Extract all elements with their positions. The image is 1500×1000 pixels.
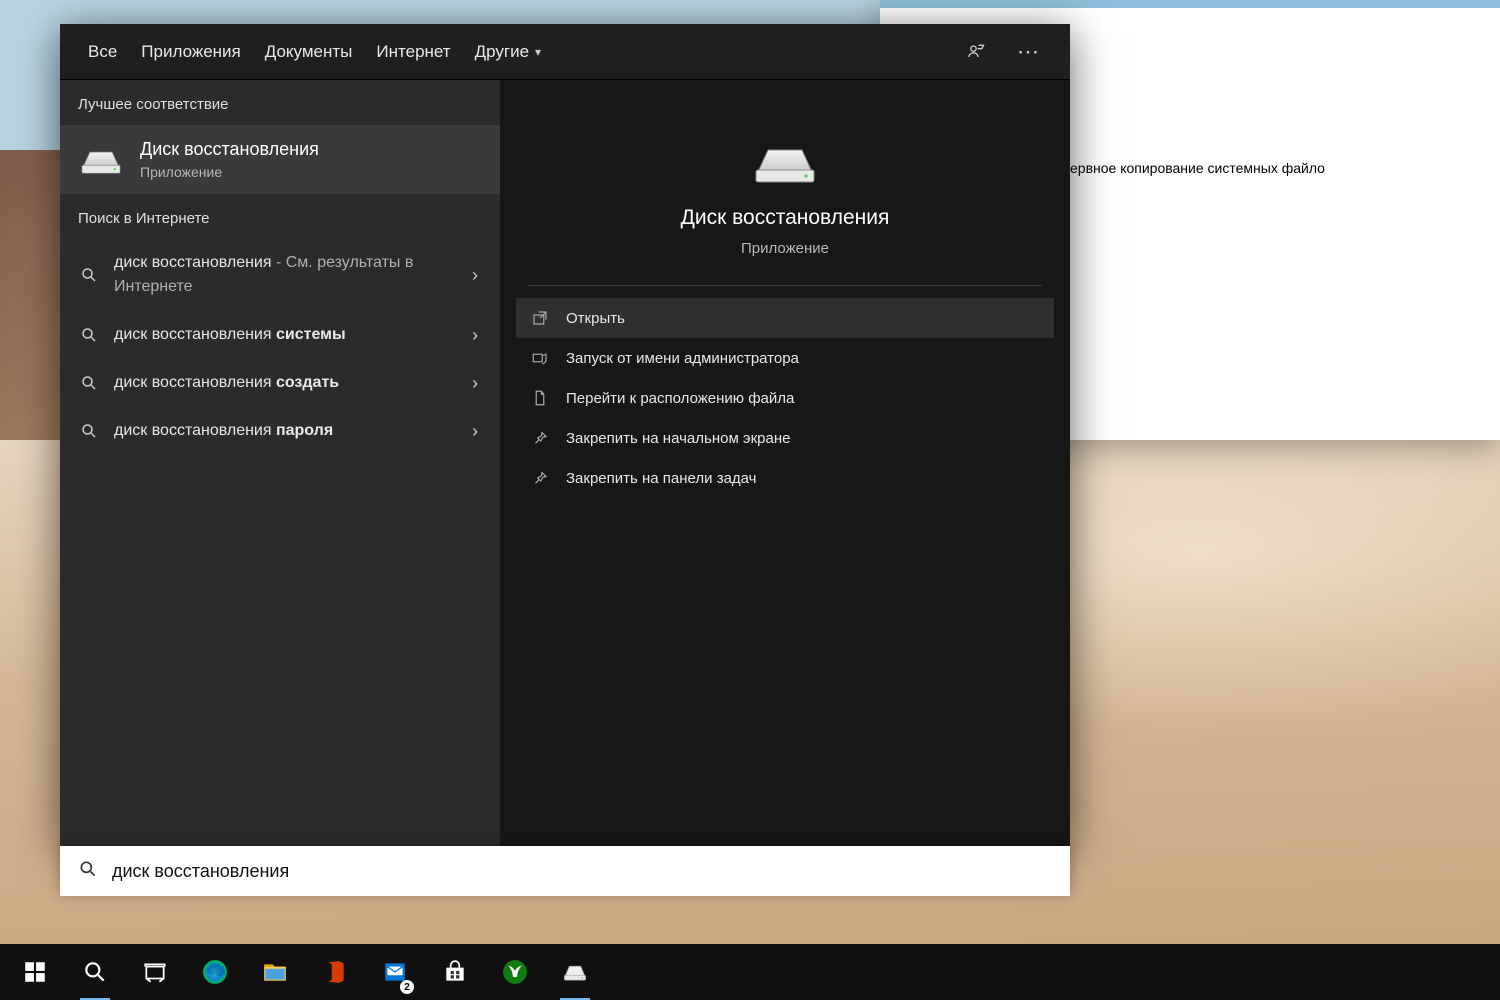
tab-documents[interactable]: Документы bbox=[261, 36, 357, 82]
action-label: Закрепить на начальном экране bbox=[566, 430, 790, 447]
feedback-icon[interactable] bbox=[958, 34, 994, 70]
search-results-panel: Все Приложения Документы Интернет Другие… bbox=[60, 24, 1070, 846]
tab-all[interactable]: Все bbox=[84, 36, 121, 82]
action-open[interactable]: Открыть bbox=[516, 298, 1054, 338]
more-options-icon[interactable] bbox=[1010, 34, 1046, 70]
chevron-right-icon: › bbox=[466, 325, 484, 346]
taskbar-app-explorer[interactable] bbox=[246, 944, 304, 1000]
task-view-button[interactable] bbox=[126, 944, 184, 1000]
start-button[interactable] bbox=[6, 944, 64, 1000]
search-icon bbox=[78, 266, 100, 284]
search-icon bbox=[78, 374, 100, 392]
web-result-item[interactable]: диск восстановления создать › bbox=[60, 359, 500, 407]
search-input[interactable] bbox=[112, 861, 1052, 882]
chevron-right-icon: › bbox=[466, 373, 484, 394]
web-result-text: диск восстановления пароля bbox=[114, 419, 452, 443]
action-label: Перейти к расположению файла bbox=[566, 390, 794, 407]
search-box[interactable] bbox=[60, 846, 1070, 896]
action-label: Закрепить на панели задач bbox=[566, 470, 757, 487]
taskbar-app-mail[interactable]: 2 bbox=[366, 944, 424, 1000]
best-match-item[interactable]: Диск восстановления Приложение bbox=[60, 125, 500, 194]
chevron-right-icon: › bbox=[466, 265, 484, 286]
best-match-title: Диск восстановления bbox=[140, 139, 319, 160]
results-left-column: Лучшее соответствие Диск восстановления … bbox=[60, 80, 500, 846]
search-icon bbox=[78, 422, 100, 440]
best-match-label: Лучшее соответствие bbox=[60, 80, 500, 125]
taskbar-app-recovery-drive[interactable] bbox=[546, 944, 604, 1000]
preview-actions: Открыть Запуск от имени администратора П… bbox=[500, 286, 1070, 510]
action-run-as-admin[interactable]: Запуск от имени администратора bbox=[516, 338, 1054, 378]
background-dialog-titlebar bbox=[880, 0, 1500, 8]
tab-more[interactable]: Другие bbox=[471, 36, 545, 82]
taskbar-app-edge[interactable] bbox=[186, 944, 244, 1000]
action-open-file-location[interactable]: Перейти к расположению файла bbox=[516, 378, 1054, 418]
drive-icon bbox=[750, 138, 820, 186]
web-result-item[interactable]: диск восстановления системы › bbox=[60, 311, 500, 359]
taskbar: 2 bbox=[0, 944, 1500, 1000]
taskbar-app-office[interactable] bbox=[306, 944, 364, 1000]
open-icon bbox=[530, 308, 550, 328]
shield-icon bbox=[530, 348, 550, 368]
search-icon bbox=[78, 859, 98, 884]
web-search-label: Поиск в Интернете bbox=[60, 194, 500, 239]
taskbar-app-xbox[interactable] bbox=[486, 944, 544, 1000]
tab-internet[interactable]: Интернет bbox=[372, 36, 454, 82]
search-icon bbox=[78, 326, 100, 344]
taskbar-app-store[interactable] bbox=[426, 944, 484, 1000]
web-result-text: диск восстановления системы bbox=[114, 323, 452, 347]
action-pin-start[interactable]: Закрепить на начальном экране bbox=[516, 418, 1054, 458]
chevron-right-icon: › bbox=[466, 421, 484, 442]
folder-icon bbox=[530, 388, 550, 408]
taskbar-search-button[interactable] bbox=[66, 944, 124, 1000]
results-right-column: Диск восстановления Приложение Открыть З… bbox=[500, 80, 1070, 846]
search-tabs: Все Приложения Документы Интернет Другие bbox=[60, 24, 1070, 80]
preview-hero: Диск восстановления Приложение bbox=[528, 80, 1042, 286]
action-label: Открыть bbox=[566, 310, 625, 327]
web-result-item[interactable]: диск восстановления - См. результаты в И… bbox=[60, 239, 500, 311]
best-match-subtitle: Приложение bbox=[140, 164, 319, 180]
taskbar-badge: 2 bbox=[400, 980, 414, 994]
tab-apps[interactable]: Приложения bbox=[137, 36, 244, 82]
pin-icon bbox=[530, 428, 550, 448]
web-result-text: диск восстановления создать bbox=[114, 371, 452, 395]
preview-title: Диск восстановления bbox=[681, 206, 890, 230]
web-result-text: диск восстановления - См. результаты в И… bbox=[114, 251, 452, 299]
web-result-item[interactable]: диск восстановления пароля › bbox=[60, 407, 500, 455]
pin-icon bbox=[530, 468, 550, 488]
preview-subtitle: Приложение bbox=[741, 240, 829, 257]
drive-icon bbox=[78, 144, 124, 176]
action-label: Запуск от имени администратора bbox=[566, 350, 799, 367]
action-pin-taskbar[interactable]: Закрепить на панели задач bbox=[516, 458, 1054, 498]
